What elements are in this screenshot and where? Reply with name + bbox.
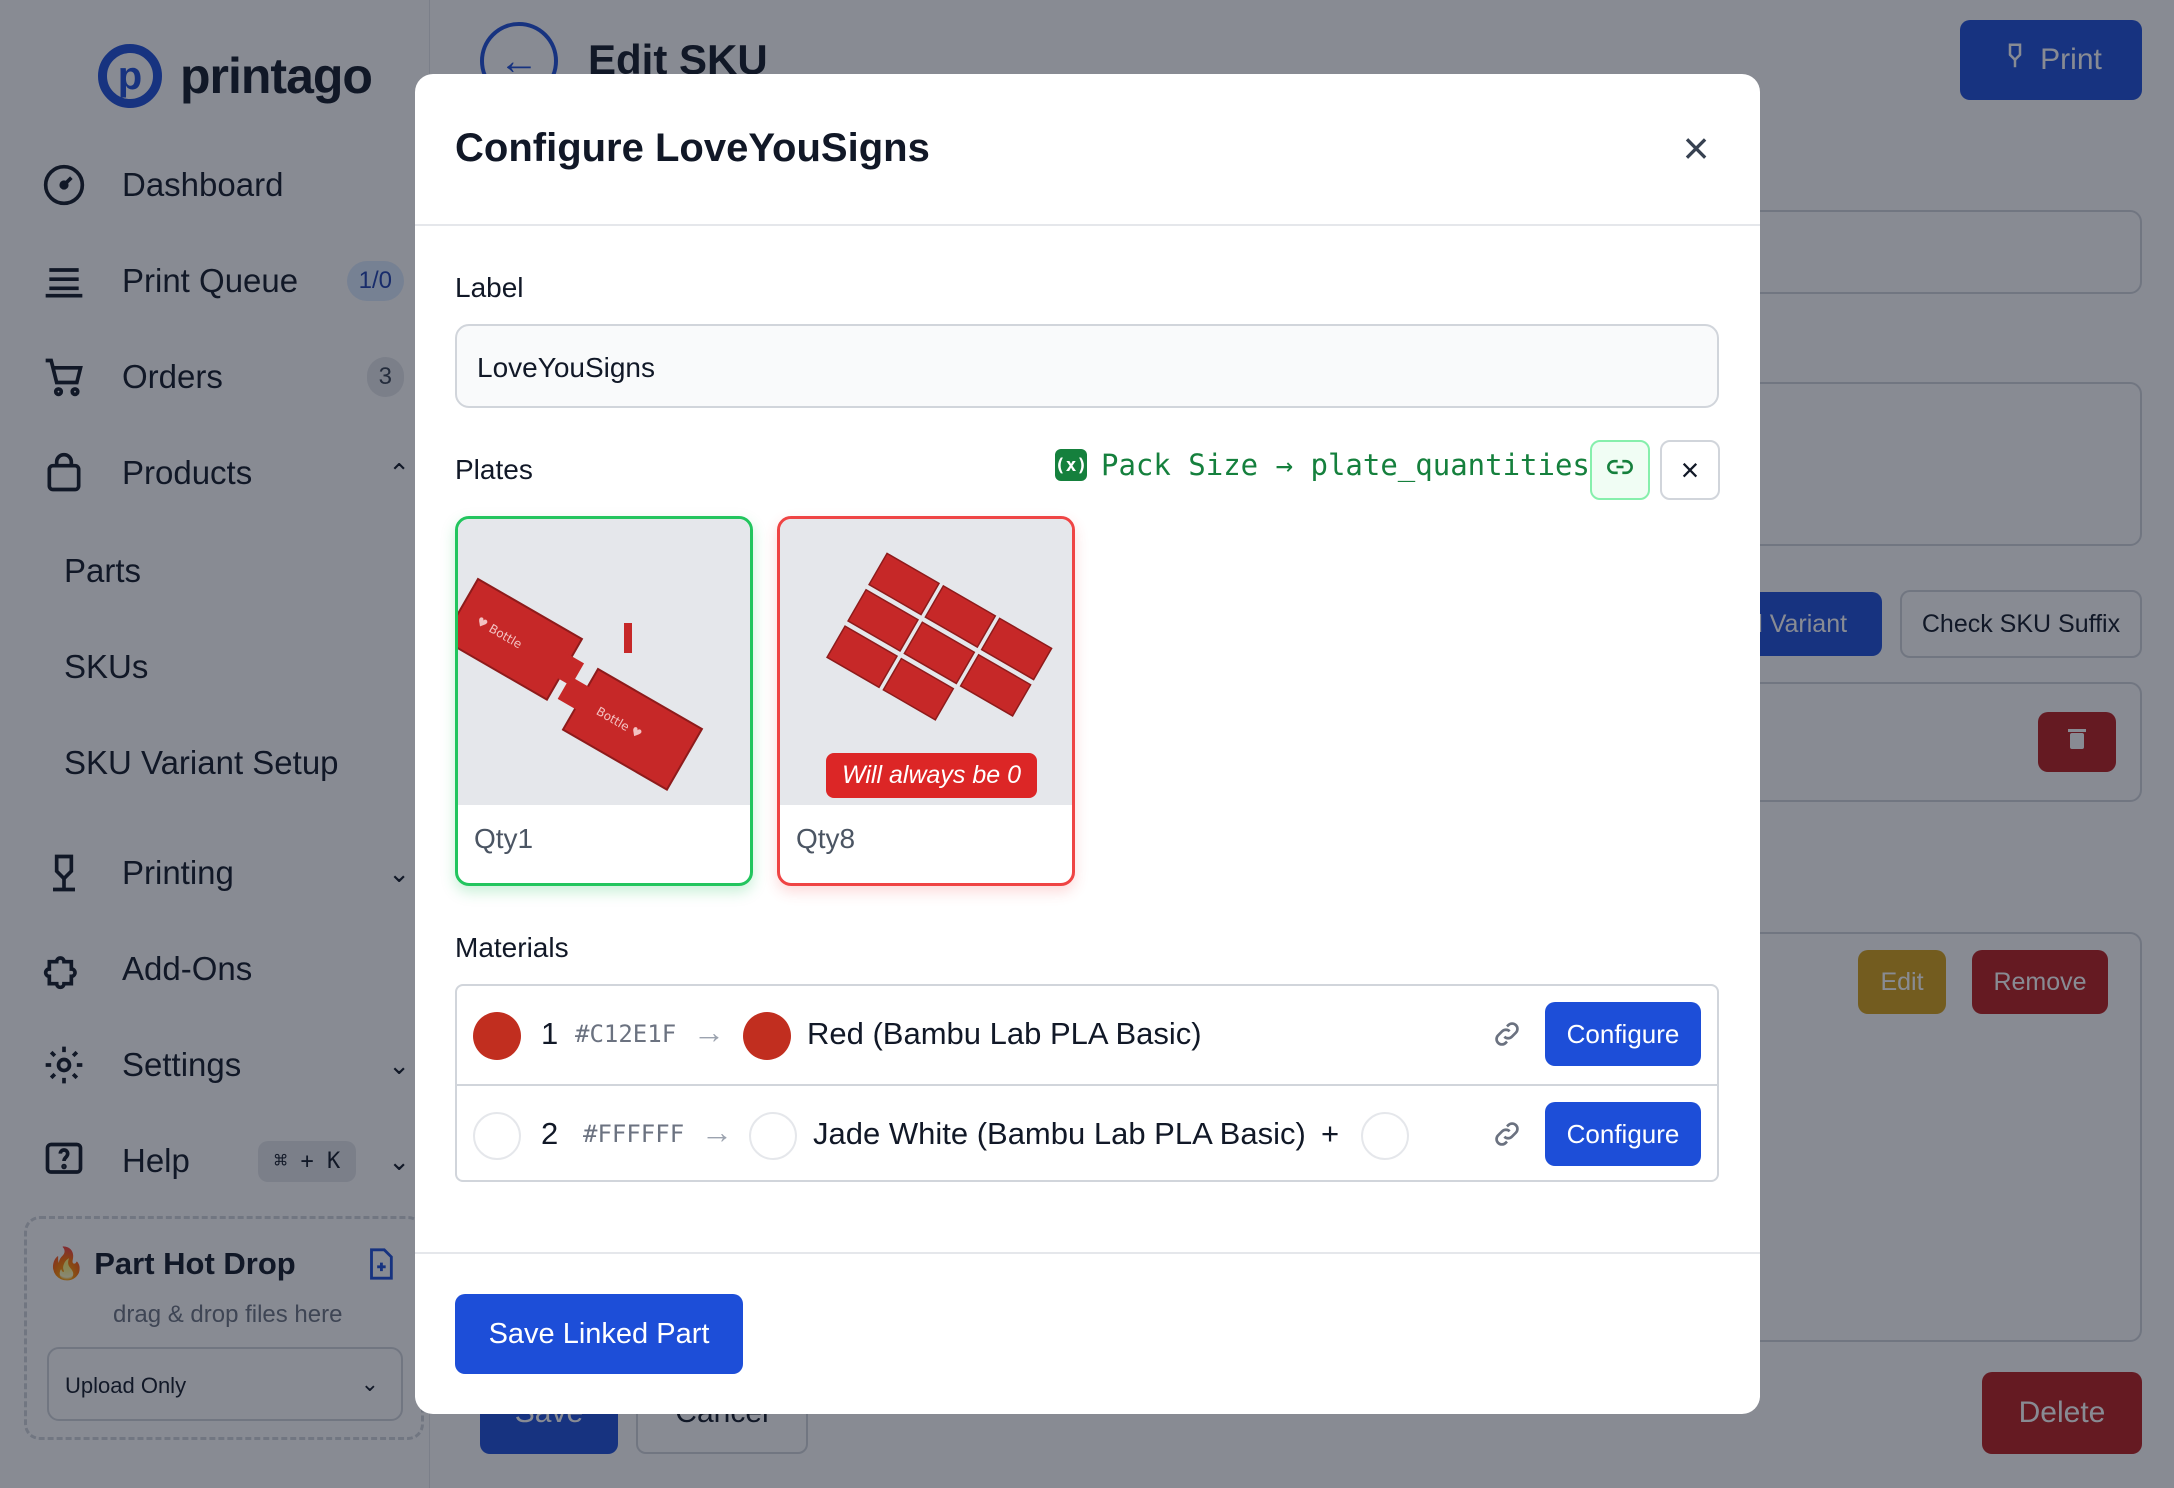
- material-name: Red (Bambu Lab PLA Basic): [807, 1016, 1202, 1051]
- material-color-swatch: [743, 1012, 791, 1060]
- extra-color-swatch[interactable]: [1361, 1112, 1409, 1160]
- link-icon[interactable]: [1487, 1114, 1527, 1154]
- mapping-text: Pack Size → plate_quantities: [1101, 448, 1590, 482]
- variable-mapping: (x) Pack Size → plate_quantities: [1055, 448, 1590, 482]
- close-icon: ×: [1680, 451, 1700, 488]
- link-icon: [1606, 453, 1634, 488]
- plate-card[interactable]: ♥ Bottle Bottle ♥ Qty1: [455, 516, 753, 886]
- materials-table: 1 #C12E1F → Red (Bambu Lab PLA Basic) Co…: [455, 984, 1719, 1182]
- modal-footer-divider: [415, 1252, 1760, 1254]
- configure-button[interactable]: Configure: [1545, 1102, 1701, 1166]
- variable-icon: (x): [1055, 449, 1087, 481]
- plate-preview-image: ♥ Bottle Bottle ♥: [458, 519, 750, 805]
- app-root: p printago Dashboard Print Queue 1/0 Ord…: [0, 0, 2174, 1488]
- arrow-right-icon: →: [701, 1114, 733, 1150]
- material-hex: #FFFFFF: [583, 1120, 685, 1148]
- configure-button[interactable]: Configure: [1545, 1002, 1701, 1066]
- material-name: Jade White (Bambu Lab PLA Basic): [813, 1116, 1306, 1151]
- plate-card[interactable]: Will always be 0 Qty8: [777, 516, 1075, 886]
- link-icon[interactable]: [1487, 1014, 1527, 1054]
- label-heading: Label: [455, 272, 524, 303]
- close-icon[interactable]: ×: [1672, 122, 1720, 174]
- modal-title: Configure LoveYouSigns: [455, 126, 930, 170]
- add-material-plus[interactable]: +: [1321, 1116, 1339, 1152]
- material-row: 2 #FFFFFF → Jade White (Bambu Lab PLA Ba…: [457, 1084, 1717, 1182]
- material-row: 1 #C12E1F → Red (Bambu Lab PLA Basic) Co…: [457, 986, 1717, 1084]
- plates-heading: Plates: [455, 454, 533, 485]
- plate-qty: Qty8: [796, 823, 856, 854]
- plate-warning-badge: Will always be 0: [826, 753, 1038, 798]
- source-color-swatch: [473, 1112, 521, 1160]
- configure-modal: Configure LoveYouSigns × Label LoveYouSi…: [415, 74, 1760, 1414]
- save-linked-part-button[interactable]: Save Linked Part: [455, 1294, 743, 1374]
- material-index: 2: [541, 1116, 559, 1151]
- link-variable-button[interactable]: [1590, 440, 1650, 500]
- material-color-swatch: [749, 1112, 797, 1160]
- material-hex: #C12E1F: [575, 1020, 677, 1048]
- modal-header: Configure LoveYouSigns ×: [415, 74, 1760, 226]
- source-color-swatch: [473, 1012, 521, 1060]
- arrow-right-icon: →: [693, 1014, 725, 1050]
- material-index: 1: [541, 1016, 559, 1051]
- label-input[interactable]: LoveYouSigns: [455, 324, 1719, 408]
- plate-qty: Qty1: [474, 823, 534, 854]
- materials-heading: Materials: [455, 932, 569, 963]
- clear-mapping-button[interactable]: ×: [1660, 440, 1720, 500]
